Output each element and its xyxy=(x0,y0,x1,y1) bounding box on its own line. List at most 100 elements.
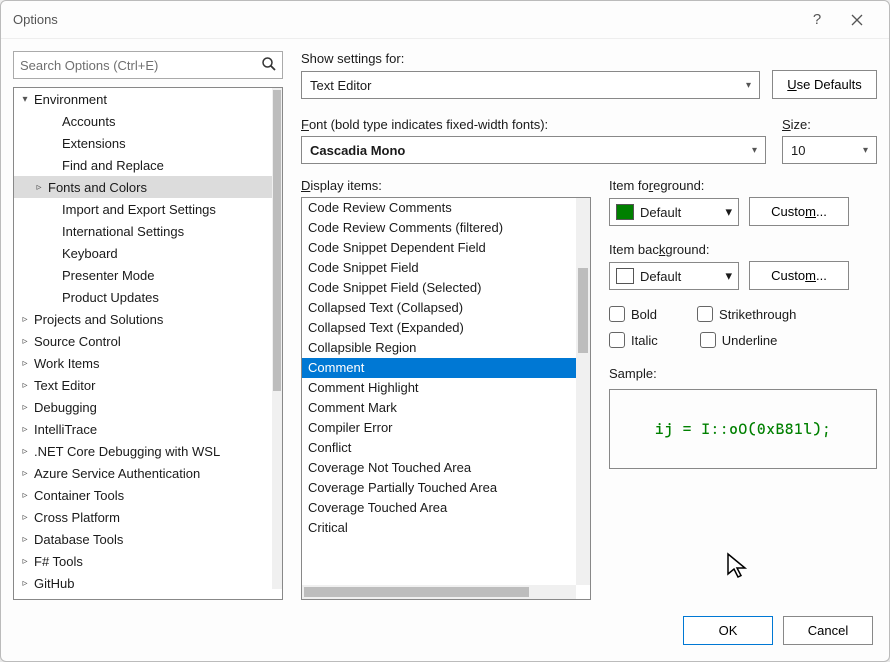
tree-arrow-icon: ▾ xyxy=(18,94,32,105)
tree-scrollbar-v[interactable] xyxy=(272,88,282,589)
list-item[interactable]: Comment Highlight xyxy=(302,378,576,398)
tree-item[interactable]: ▹Container Tools xyxy=(14,484,272,506)
font-select[interactable]: Cascadia Mono ▾ xyxy=(301,136,766,164)
options-dialog: Options ? ▾Environment Accounts Extensions… xyxy=(0,0,890,662)
tree-item-label: Source Control xyxy=(32,334,121,349)
foreground-custom-button[interactable]: Custom... xyxy=(749,197,849,226)
tree-item-label: Presenter Mode xyxy=(60,268,155,283)
checkbox-icon xyxy=(609,306,625,322)
color-column: Item foreground: Default ▾ Custom... Ite… xyxy=(609,178,877,600)
list-item[interactable]: Collapsed Text (Collapsed) xyxy=(302,298,576,318)
tree-item-label: IntelliTrace xyxy=(32,422,97,437)
list-item[interactable]: Comment xyxy=(302,358,576,378)
tree-item[interactable]: ▹Azure Service Authentication xyxy=(14,462,272,484)
tree-item[interactable]: ▹Work Items xyxy=(14,352,272,374)
tree-item[interactable]: Extensions xyxy=(14,132,272,154)
list-item[interactable]: Collapsed Text (Expanded) xyxy=(302,318,576,338)
tree-arrow-icon: ▹ xyxy=(18,424,32,435)
ok-button[interactable]: OK xyxy=(683,616,773,645)
italic-checkbox[interactable]: Italic xyxy=(609,332,658,348)
listbox-scrollbar-v[interactable] xyxy=(576,198,590,585)
tree-item-label: .NET Core Debugging with WSL xyxy=(32,444,220,459)
close-button[interactable] xyxy=(837,5,877,35)
list-item[interactable]: Coverage Not Touched Area xyxy=(302,458,576,478)
tree-item[interactable]: Presenter Mode xyxy=(14,264,272,286)
foreground-select[interactable]: Default ▾ xyxy=(609,198,739,226)
show-settings-select[interactable]: Text Editor ▾ xyxy=(301,71,760,99)
tree-arrow-icon: ▹ xyxy=(18,490,32,501)
tree-item-label: Accounts xyxy=(60,114,115,129)
titlebar: Options ? xyxy=(1,1,889,39)
list-item[interactable]: Code Snippet Field (Selected) xyxy=(302,278,576,298)
tree-item[interactable]: ▹Cross Platform xyxy=(14,506,272,528)
tree-item[interactable]: International Settings xyxy=(14,220,272,242)
tree-item-label: Fonts and Colors xyxy=(46,180,147,195)
tree-scroll-thumb[interactable] xyxy=(273,90,281,391)
category-tree[interactable]: ▾Environment Accounts ExtensionsFind and R… xyxy=(13,87,283,600)
tree-arrow-icon: ▹ xyxy=(18,446,32,457)
tree-item[interactable]: Accounts xyxy=(14,110,272,132)
tree-item[interactable]: ▹GitHub xyxy=(14,572,272,589)
font-label: Font (bold type indicates fixed-width fo… xyxy=(301,117,766,132)
search-input[interactable] xyxy=(13,51,283,79)
list-item[interactable]: Coverage Partially Touched Area xyxy=(302,478,576,498)
tree-item-label: Database Tools xyxy=(32,532,123,547)
tree-item[interactable]: ▹Text Editor xyxy=(14,374,272,396)
tree-arrow-icon: ▹ xyxy=(18,468,32,479)
tree-item[interactable]: ▹Projects and Solutions xyxy=(14,308,272,330)
display-items-listbox[interactable]: Code Review CommentsCode Review Comments… xyxy=(301,197,591,600)
background-select[interactable]: Default ▾ xyxy=(609,262,739,290)
list-item[interactable]: Coverage Touched Area xyxy=(302,498,576,518)
tree-item[interactable]: ▹Fonts and Colors xyxy=(14,176,272,198)
cancel-button[interactable]: Cancel xyxy=(783,616,873,645)
background-custom-button[interactable]: Custom... xyxy=(749,261,849,290)
tree-item[interactable]: ▹IntelliTrace xyxy=(14,418,272,440)
tree-arrow-icon: ▹ xyxy=(18,380,32,391)
tree-item[interactable]: ▹Database Tools xyxy=(14,528,272,550)
underline-checkbox[interactable]: Underline xyxy=(700,332,778,348)
close-icon xyxy=(851,14,863,26)
size-select[interactable]: 10 ▾ xyxy=(782,136,877,164)
list-item[interactable]: Comment Mark xyxy=(302,398,576,418)
listbox-scrollbar-h[interactable] xyxy=(302,585,576,599)
show-settings-label: Show settings for: xyxy=(301,51,877,66)
foreground-value: Default xyxy=(640,205,719,220)
sample-text: ij = I::oO(0xB81l); xyxy=(655,420,832,438)
tree-item[interactable]: Keyboard xyxy=(14,242,272,264)
checkbox-icon xyxy=(609,332,625,348)
tree-item-label: Work Items xyxy=(32,356,100,371)
tree-item[interactable]: ▹F# Tools xyxy=(14,550,272,572)
list-item[interactable]: Code Snippet Field xyxy=(302,258,576,278)
list-item[interactable]: Collapsible Region xyxy=(302,338,576,358)
list-item[interactable]: Conflict xyxy=(302,438,576,458)
list-item[interactable]: Code Review Comments xyxy=(302,198,576,218)
chevron-down-icon: ▾ xyxy=(725,268,732,284)
chevron-down-icon: ▾ xyxy=(725,204,732,220)
tree-item[interactable]: Find and Replace xyxy=(14,154,272,176)
tree-arrow-icon: ▹ xyxy=(18,336,32,347)
size-value: 10 xyxy=(791,143,863,158)
listbox-scroll-thumb-h[interactable] xyxy=(304,587,529,597)
tree-item[interactable]: ▾Environment xyxy=(14,88,272,110)
sample-label: Sample: xyxy=(609,366,877,381)
display-items-label: Display items: xyxy=(301,178,591,193)
tree-item-label: Cross Platform xyxy=(32,510,120,525)
tree-item[interactable]: ▹Debugging xyxy=(14,396,272,418)
list-item[interactable]: Code Snippet Dependent Field xyxy=(302,238,576,258)
list-item[interactable]: Critical xyxy=(302,518,576,538)
tree-arrow-icon: ▹ xyxy=(18,556,32,567)
tree-item[interactable]: ▹Source Control xyxy=(14,330,272,352)
help-button[interactable]: ? xyxy=(797,5,837,35)
tree-item[interactable]: ▹.NET Core Debugging with WSL xyxy=(14,440,272,462)
strikethrough-checkbox[interactable]: Strikethrough xyxy=(697,306,796,322)
tree-item[interactable]: Import and Export Settings xyxy=(14,198,272,220)
size-label: Size: xyxy=(782,117,877,132)
tree-item[interactable]: Product Updates xyxy=(14,286,272,308)
bold-checkbox[interactable]: Bold xyxy=(609,306,657,322)
list-item[interactable]: Code Review Comments (filtered) xyxy=(302,218,576,238)
chevron-down-icon: ▾ xyxy=(752,145,757,156)
background-swatch xyxy=(616,268,634,284)
list-item[interactable]: Compiler Error xyxy=(302,418,576,438)
use-defaults-button[interactable]: Use Defaults xyxy=(772,70,877,99)
listbox-scroll-thumb-v[interactable] xyxy=(578,268,588,353)
